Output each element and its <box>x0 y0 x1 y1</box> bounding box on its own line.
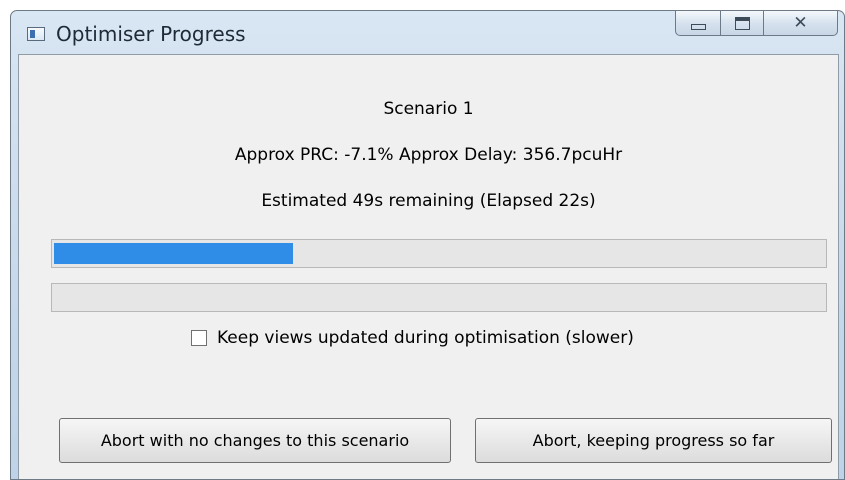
window-controls: ✕ <box>675 11 838 37</box>
minimize-icon <box>690 24 706 30</box>
time-remaining-label: Estimated 49s remaining (Elapsed 22s) <box>261 191 596 211</box>
metrics-label: Approx PRC: -7.1% Approx Delay: 356.7pcu… <box>234 145 623 165</box>
dialog-body: Scenario 1 Approx PRC: -7.1% Approx Dela… <box>18 54 839 479</box>
maximize-button[interactable] <box>720 11 763 36</box>
keep-views-option[interactable]: Keep views updated during optimisation (… <box>191 328 634 348</box>
minimize-button[interactable] <box>675 11 720 36</box>
secondary-progress-bar <box>51 283 827 312</box>
overall-progress-bar <box>51 239 827 268</box>
close-icon: ✕ <box>793 13 808 33</box>
window-title: Optimiser Progress <box>56 22 246 46</box>
overall-progress-fill <box>54 243 293 264</box>
abort-no-changes-button[interactable]: Abort with no changes to this scenario <box>59 418 451 463</box>
title-bar[interactable]: Optimiser Progress ✕ <box>11 11 844 54</box>
abort-keep-progress-button[interactable]: Abort, keeping progress so far <box>475 418 832 463</box>
scenario-label: Scenario 1 <box>383 99 474 119</box>
app-icon <box>27 27 45 41</box>
maximize-icon <box>734 16 750 30</box>
optimiser-progress-window: Optimiser Progress ✕ Scenario 1 Approx P… <box>10 10 845 480</box>
keep-views-checkbox[interactable] <box>191 330 207 346</box>
close-button[interactable]: ✕ <box>763 11 838 36</box>
keep-views-label: Keep views updated during optimisation (… <box>217 328 634 348</box>
